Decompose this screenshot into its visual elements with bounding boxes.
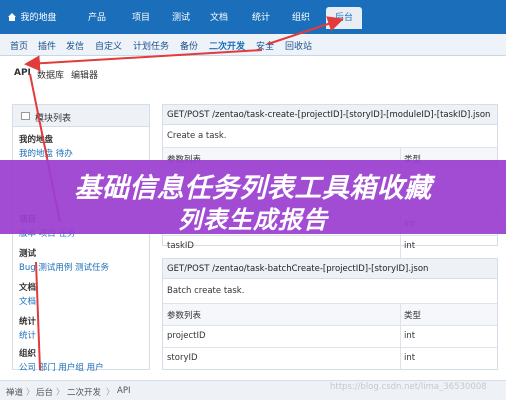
param-name: storyID bbox=[167, 353, 198, 363]
breadcrumb-api: API bbox=[117, 386, 131, 396]
breadcrumb-separator: 〉 bbox=[26, 388, 35, 398]
breadcrumb-separator: 〉 bbox=[56, 388, 65, 398]
home-icon bbox=[8, 13, 17, 21]
top-navigation: 我的地盘 产品 项目 测试 文档 统计 组织 后台 bbox=[0, 0, 506, 34]
module-sidebar: 模块列表 我的地盘 我的地盘 待办 项目 版本 项目 任务 测试 Bug 测试用… bbox=[12, 104, 150, 373]
nav-label: 我的地盘 bbox=[20, 13, 57, 23]
param-name: projectID bbox=[167, 331, 206, 341]
breadcrumb-root[interactable]: 禅道 bbox=[6, 386, 23, 398]
breadcrumb-separator: 〉 bbox=[106, 388, 115, 398]
nav-test[interactable]: 测试 bbox=[164, 7, 198, 29]
nav-label: 统计 bbox=[251, 13, 270, 23]
group-doc: 文档 文档 bbox=[19, 281, 36, 307]
endpoint-title: GET/POST /zentao/task-create-[projectID]… bbox=[163, 105, 497, 125]
breadcrumb-dev[interactable]: 二次开发 bbox=[67, 386, 101, 398]
endpoint-title: GET/POST /zentao/task-batchCreate-[proje… bbox=[163, 259, 497, 279]
header-type: 类型 bbox=[404, 311, 422, 321]
tab-api[interactable]: API bbox=[14, 68, 31, 78]
group-title: 我的地盘 bbox=[19, 135, 54, 145]
column-divider bbox=[400, 326, 401, 348]
nav-label: 测试 bbox=[171, 13, 190, 23]
nav-label: 组织 bbox=[291, 13, 310, 23]
module-list-icon bbox=[21, 112, 30, 120]
banner-line-2: 列表生成报告 bbox=[178, 206, 328, 234]
nav-doc[interactable]: 文档 bbox=[202, 7, 236, 29]
column-divider bbox=[400, 348, 401, 370]
param-type: int bbox=[404, 241, 416, 251]
nav-my-dashboard[interactable]: 我的地盘 bbox=[4, 7, 60, 29]
param-type: int bbox=[404, 353, 416, 363]
table-row: storyID int bbox=[163, 347, 497, 370]
sub-navigation: 首页 插件 发信 自定义 计划任务 备份 二次开发 安全 回收站 bbox=[0, 34, 506, 56]
nav-admin[interactable]: 后台 bbox=[326, 7, 362, 29]
api-panel-task-batch-create: GET/POST /zentao/task-batchCreate-[proje… bbox=[162, 258, 498, 370]
group-dashboard: 我的地盘 我的地盘 待办 bbox=[19, 133, 73, 159]
sidebar-header: 模块列表 bbox=[13, 105, 149, 127]
nav-label: 文档 bbox=[209, 13, 228, 23]
subnav-trash[interactable]: 回收站 bbox=[285, 39, 312, 52]
table-row: taskID int bbox=[163, 235, 497, 258]
table-header-row: 参数列表 类型 bbox=[163, 303, 497, 326]
endpoint-description: Create a task. bbox=[167, 131, 227, 141]
nav-label: 产品 bbox=[87, 13, 106, 23]
header-params: 参数列表 bbox=[167, 311, 202, 321]
group-links[interactable]: 我的地盘 待办 bbox=[19, 147, 73, 159]
sidebar-title: 模块列表 bbox=[35, 114, 72, 124]
nav-stats[interactable]: 统计 bbox=[244, 7, 278, 29]
subnav-mail[interactable]: 发信 bbox=[66, 39, 84, 52]
group-stats: 统计 统计 bbox=[19, 315, 36, 341]
subnav-custom[interactable]: 自定义 bbox=[95, 39, 122, 52]
subnav-dev[interactable]: 二次开发 bbox=[209, 39, 245, 52]
breadcrumb-admin[interactable]: 后台 bbox=[36, 386, 53, 398]
tab-database[interactable]: 数据库 bbox=[37, 68, 64, 81]
group-links[interactable]: Bug 测试用例 测试任务 bbox=[19, 261, 109, 273]
column-divider bbox=[400, 304, 401, 326]
param-type: int bbox=[404, 331, 416, 341]
nav-label: 后台 bbox=[334, 13, 353, 23]
subnav-home[interactable]: 首页 bbox=[10, 39, 28, 52]
nav-product[interactable]: 产品 bbox=[80, 7, 114, 29]
endpoint-description: Batch create task. bbox=[167, 286, 245, 296]
watermark-text: https://blog.csdn.net/lima_36530008 bbox=[330, 382, 487, 392]
column-divider bbox=[400, 236, 401, 258]
subnav-cron[interactable]: 计划任务 bbox=[133, 39, 169, 52]
subnav-security[interactable]: 安全 bbox=[256, 39, 274, 52]
param-name: taskID bbox=[167, 241, 194, 251]
nav-company[interactable]: 组织 bbox=[284, 7, 318, 29]
group-links[interactable]: 公司 部门 用户组 用户 bbox=[19, 361, 104, 373]
dev-tabs: API 数据库 编辑器 bbox=[0, 56, 506, 88]
group-title: 统计 bbox=[19, 317, 37, 327]
group-company: 组织 公司 部门 用户组 用户 bbox=[19, 347, 104, 373]
group-links[interactable]: 文档 bbox=[19, 295, 36, 307]
group-links[interactable]: 统计 bbox=[19, 329, 36, 341]
group-title: 文档 bbox=[19, 283, 37, 293]
subnav-backup[interactable]: 备份 bbox=[180, 39, 198, 52]
nav-project[interactable]: 项目 bbox=[124, 7, 158, 29]
overlay-banner: 基础信息任务列表工具箱收藏 列表生成报告 bbox=[0, 160, 506, 234]
group-title: 测试 bbox=[19, 249, 37, 259]
subnav-plugins[interactable]: 插件 bbox=[38, 39, 56, 52]
group-title: 组织 bbox=[19, 349, 37, 359]
tab-editor[interactable]: 编辑器 bbox=[71, 68, 98, 81]
table-row: projectID int bbox=[163, 325, 497, 348]
nav-label: 项目 bbox=[131, 13, 150, 23]
group-test: 测试 Bug 测试用例 测试任务 bbox=[19, 247, 109, 273]
